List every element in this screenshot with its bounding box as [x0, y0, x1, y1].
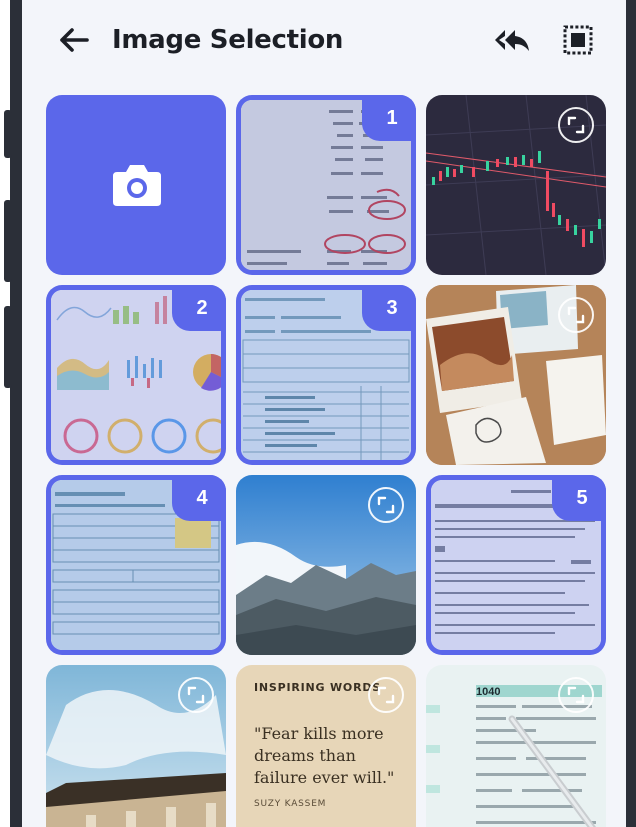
image-tile[interactable]: 4 — [46, 475, 226, 655]
quote-author: SUZY KASSEM — [254, 799, 327, 809]
selection-order-badge: 5 — [552, 475, 606, 521]
preview-expand-button[interactable] — [558, 297, 594, 333]
image-tile[interactable] — [46, 665, 226, 827]
phone-side-button — [4, 200, 12, 282]
image-tile[interactable] — [426, 95, 606, 275]
expand-icon — [567, 686, 585, 704]
expand-icon — [567, 116, 585, 134]
preview-expand-button[interactable] — [368, 677, 404, 713]
image-tile[interactable]: 1040 — [426, 665, 606, 827]
image-tile[interactable] — [236, 475, 416, 655]
preview-expand-button[interactable] — [558, 677, 594, 713]
quote-text: "Fear kills more dreams than failure eve… — [254, 724, 395, 787]
image-tile[interactable]: INSPIRING WORDS "Fear kills more dreams … — [236, 665, 416, 827]
select-all-icon — [563, 25, 593, 55]
image-tile[interactable]: 1 — [236, 95, 416, 275]
phone-side-button — [4, 110, 12, 158]
app-screen: Image Selection 1 2 3 4 5 INSPIRING WORD… — [22, 0, 626, 827]
camera-capture-tile[interactable] — [46, 95, 226, 275]
expand-icon — [567, 306, 585, 324]
quote-heading: INSPIRING WORDS — [254, 681, 382, 694]
image-tile[interactable] — [426, 285, 606, 465]
image-tile[interactable]: 3 — [236, 285, 416, 465]
top-bar: Image Selection — [22, 0, 626, 80]
preview-expand-button[interactable] — [178, 677, 214, 713]
expand-icon — [377, 496, 395, 514]
selection-order-badge: 1 — [362, 95, 416, 141]
form-number-label: 1040 — [476, 686, 501, 698]
preview-expand-button[interactable] — [368, 487, 404, 523]
reply-all-icon — [495, 30, 529, 51]
camera-icon — [113, 165, 161, 206]
expand-icon — [377, 686, 395, 704]
selection-order-badge: 4 — [172, 475, 226, 521]
selection-order-badge: 2 — [172, 285, 226, 331]
image-tile[interactable]: 2 — [46, 285, 226, 465]
preview-expand-button[interactable] — [558, 107, 594, 143]
reply-all-button[interactable] — [492, 22, 532, 58]
expand-icon — [187, 686, 205, 704]
arrow-left-icon — [60, 28, 89, 52]
page-title: Image Selection — [112, 25, 344, 55]
image-tile[interactable]: 5 — [426, 475, 606, 655]
back-button[interactable] — [56, 22, 92, 58]
phone-side-button — [4, 306, 12, 388]
selection-order-badge: 3 — [362, 285, 416, 331]
select-all-button[interactable] — [558, 22, 598, 58]
